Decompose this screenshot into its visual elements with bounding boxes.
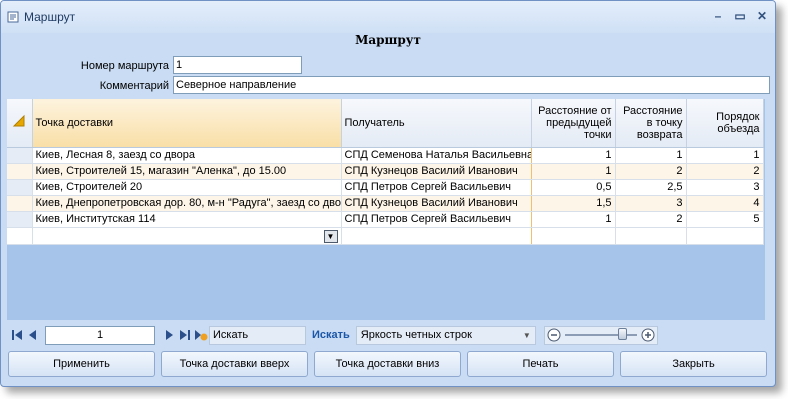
column-header-point[interactable]: Точка доставки [32,99,342,148]
cell-distance-return[interactable]: 3 [615,195,687,212]
move-down-button[interactable]: Точка доставки вниз [314,351,461,377]
sort-corner-icon [13,115,25,127]
cell-order[interactable]: 2 [686,163,764,180]
row-indicator[interactable] [7,227,33,245]
comment-label: Комментарий [99,80,169,92]
app-icon [7,11,19,23]
title-bar[interactable]: Маршрут – ▭ ✕ [1,1,775,33]
cell-recipient[interactable]: СПД Петров Сергей Васильевич [341,179,532,196]
cell-distance-prev[interactable]: 1,5 [531,195,616,212]
zoom-slider[interactable] [564,328,637,340]
search-button[interactable]: Искать [312,329,350,341]
cell-point[interactable]: Киев, Строителей 15, магазин "Аленка", д… [32,163,342,180]
highlight-select-value: Яркость четных строк [360,329,472,341]
action-buttons: Применить Точка доставки вверх Точка дос… [8,351,767,377]
cell-distance-return[interactable]: 2 [615,211,687,228]
table-row[interactable]: Киев, Днепропетровская дор. 80, м-н "Рад… [7,195,764,212]
new-row-point-cell[interactable]: ▼ [32,227,342,245]
prev-record-icon[interactable] [25,326,41,344]
form-heading: Маршрут [355,33,421,47]
route-window: Маршрут – ▭ ✕ Маршрут Номер маршрута Ком… [0,0,776,387]
search-input[interactable] [209,325,306,345]
cell-point[interactable]: Киев, Институтская 114 [32,211,342,228]
cell-distance-return[interactable]: 2,5 [615,179,687,196]
cell-point[interactable]: Киев, Днепропетровская дор. 80, м-н "Рад… [32,195,342,212]
minimize-icon[interactable]: – [711,9,725,23]
window-title: Маршрут [24,10,76,24]
chevron-down-icon: ▼ [522,330,531,340]
new-row[interactable]: ▼ [7,227,764,245]
close-icon[interactable]: ✕ [755,9,769,23]
table-row[interactable]: Киев, Строителей 15, магазин "Аленка", д… [7,163,764,180]
maximize-icon[interactable]: ▭ [733,9,747,23]
delivery-points-grid[interactable]: Точка доставки Получатель Расстояние от … [7,99,765,320]
record-position-input[interactable] [45,325,155,345]
comment-input[interactable] [173,76,770,94]
new-row-recipient-cell[interactable] [341,227,532,245]
row-indicator[interactable] [7,163,33,180]
table-row[interactable]: Киев, Лесная 8, заезд со двора СПД Семен… [7,147,764,164]
cell-recipient[interactable]: СПД Кузнецов Василий Иванович [341,163,532,180]
last-record-icon[interactable] [177,326,193,344]
move-up-button[interactable]: Точка доставки вверх [161,351,308,377]
cell-point[interactable]: Киев, Строителей 20 [32,179,342,196]
zoom-slider-thumb[interactable] [618,328,628,340]
column-header-order[interactable]: Порядок объезда [686,99,764,148]
new-row-distance-prev-cell[interactable] [531,227,616,245]
column-header-recipient[interactable]: Получатель [341,99,532,148]
column-header-distance-prev[interactable]: Расстояние от предыдущей точки [531,99,616,148]
chevron-down-icon[interactable]: ▼ [323,229,338,243]
cell-distance-return[interactable]: 2 [615,163,687,180]
highlight-select[interactable]: Яркость четных строк ▼ [355,325,536,345]
row-indicator[interactable] [7,195,33,212]
next-record-icon[interactable] [161,326,177,344]
cell-order[interactable]: 4 [686,195,764,212]
row-indicator[interactable] [7,179,33,196]
cell-order[interactable]: 1 [686,147,764,164]
new-record-icon[interactable] [193,326,209,344]
cell-distance-prev[interactable]: 1 [531,147,616,164]
apply-button[interactable]: Применить [8,351,155,377]
close-button[interactable]: Закрыть [620,351,767,377]
zoom-out-icon[interactable] [547,328,561,342]
navigator-bar: Искать Яркость четных строк ▼ [9,325,658,345]
first-record-icon[interactable] [9,326,25,344]
cell-distance-prev[interactable]: 1 [531,211,616,228]
new-row-order-cell[interactable] [686,227,764,245]
print-button[interactable]: Печать [467,351,614,377]
cell-recipient[interactable]: СПД Семенова Наталья Васильевна [341,147,532,164]
row-indicator[interactable] [7,211,33,228]
zoom-control [543,325,658,345]
column-header-distance-return[interactable]: Расстояние в точку возврата [615,99,687,148]
grid-corner[interactable] [7,99,33,148]
route-number-input[interactable] [173,56,302,74]
new-row-distance-return-cell[interactable] [615,227,687,245]
cell-distance-prev[interactable]: 1 [531,163,616,180]
row-indicator[interactable] [7,147,33,164]
table-row[interactable]: Киев, Строителей 20 СПД Петров Сергей Ва… [7,179,764,196]
table-row[interactable]: Киев, Институтская 114 СПД Петров Сергей… [7,211,764,228]
zoom-in-icon[interactable] [641,328,655,342]
cell-point[interactable]: Киев, Лесная 8, заезд со двора [32,147,342,164]
cell-distance-return[interactable]: 1 [615,147,687,164]
cell-recipient[interactable]: СПД Кузнецов Василий Иванович [341,195,532,212]
cell-recipient[interactable]: СПД Петров Сергей Васильевич [341,211,532,228]
cell-order[interactable]: 5 [686,211,764,228]
cell-distance-prev[interactable]: 0,5 [531,179,616,196]
route-number-label: Номер маршрута [80,60,169,72]
cell-order[interactable]: 3 [686,179,764,196]
